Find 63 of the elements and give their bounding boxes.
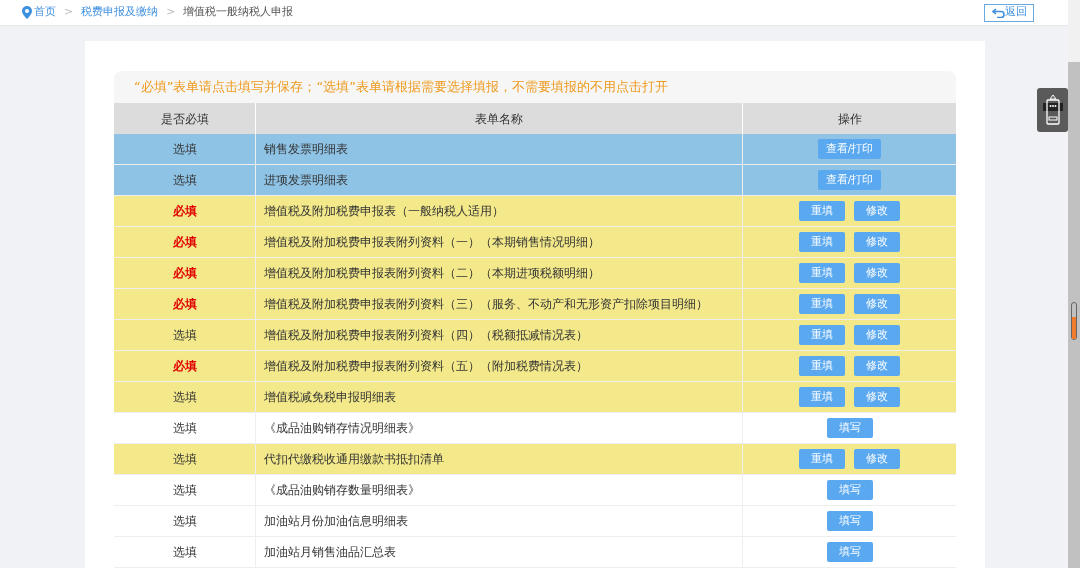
form-name: 增值税及附加税费申报表附列资料（四）（税额抵减情况表） [264, 327, 588, 344]
form-name: 增值税及附加税费申报表附列资料（五）（附加税费情况表） [264, 358, 588, 375]
action-button[interactable]: 修改 [854, 201, 900, 221]
floating-tool-button[interactable] [1037, 88, 1068, 132]
action-button[interactable]: 查看/打印 [817, 139, 882, 159]
breadcrumb-link[interactable]: 首页 [34, 4, 56, 21]
form-name: 增值税及附加税费申报表（一般纳税人适用） [264, 203, 504, 220]
requirement-label: 选填 [172, 172, 197, 189]
breadcrumb-current: 增值税一般纳税人申报 [183, 4, 294, 21]
requirement-label: 必填 [172, 358, 197, 375]
action-button[interactable]: 修改 [854, 232, 900, 252]
action-button[interactable]: 查看/打印 [817, 170, 882, 190]
form-name: 《成品油购销存数量明细表》 [264, 482, 420, 499]
requirement-label: 选填 [172, 327, 197, 344]
form-name: 加油站月份加油信息明细表 [264, 513, 408, 530]
requirement-label: 选填 [172, 141, 197, 158]
action-button[interactable]: 重填 [799, 356, 845, 376]
action-button[interactable]: 重填 [799, 387, 845, 407]
action-button[interactable]: 修改 [854, 263, 900, 283]
form-name: 加油站月销售油品汇总表 [264, 544, 396, 561]
action-button[interactable]: 填写 [826, 480, 873, 500]
requirement-label: 选填 [172, 389, 197, 406]
form-name: 《成品油购销存情况明细表》 [264, 420, 420, 437]
breadcrumb-link[interactable]: 税费申报及缴纳 [81, 4, 159, 21]
action-button[interactable]: 修改 [854, 387, 900, 407]
action-button[interactable]: 重填 [799, 449, 845, 469]
requirement-label: 选填 [172, 482, 197, 499]
action-button[interactable]: 重填 [799, 263, 845, 283]
requirement-label: 选填 [172, 451, 197, 468]
scrollbar[interactable] [1068, 0, 1080, 568]
action-button[interactable]: 修改 [854, 294, 900, 314]
action-button[interactable]: 重填 [799, 232, 845, 252]
back-button[interactable]: 返回 [984, 3, 1034, 22]
breadcrumb-separator: > [64, 4, 74, 21]
requirement-label: 选填 [172, 420, 197, 437]
form-name: 增值税减免税申报明细表 [264, 389, 396, 406]
action-button[interactable]: 重填 [799, 325, 845, 345]
notice-text: “必填”表单请点击填写并保存；“选填”表单请根据需要选择填报，不需要填报的不用点击打开 [134, 78, 668, 97]
action-button[interactable]: 修改 [854, 356, 900, 376]
action-button[interactable]: 填写 [826, 418, 873, 438]
calculator-icon [1042, 93, 1063, 127]
action-button[interactable]: 重填 [799, 201, 845, 221]
form-name: 增值税及附加税费申报表附列资料（二）（本期进项税额明细） [264, 265, 600, 282]
column-header: 操作 [836, 110, 863, 128]
requirement-label: 必填 [172, 203, 197, 220]
action-button[interactable]: 修改 [854, 325, 900, 345]
action-button[interactable]: 修改 [854, 449, 900, 469]
form-name: 增值税及附加税费申报表附列资料（三）（服务、不动产和无形资产扣除项目明细） [264, 296, 708, 313]
form-name: 增值税及附加税费申报表附列资料（一）（本期销售情况明细） [264, 234, 600, 251]
requirement-label: 必填 [172, 234, 197, 251]
breadcrumb-separator: > [166, 4, 176, 21]
requirement-label: 选填 [172, 513, 197, 530]
requirement-label: 选填 [172, 544, 197, 561]
requirement-label: 必填 [172, 265, 197, 282]
action-button[interactable]: 填写 [826, 511, 873, 531]
form-name: 代扣代缴税收通用缴款书抵扣清单 [264, 451, 444, 468]
location-pin-icon [22, 6, 32, 19]
action-button[interactable]: 重填 [799, 294, 845, 314]
form-name: 进项发票明细表 [264, 172, 348, 189]
form-name: 销售发票明细表 [264, 141, 348, 158]
return-arrow-icon [991, 7, 1005, 18]
requirement-label: 必填 [172, 296, 197, 313]
action-button[interactable]: 填写 [826, 542, 873, 562]
